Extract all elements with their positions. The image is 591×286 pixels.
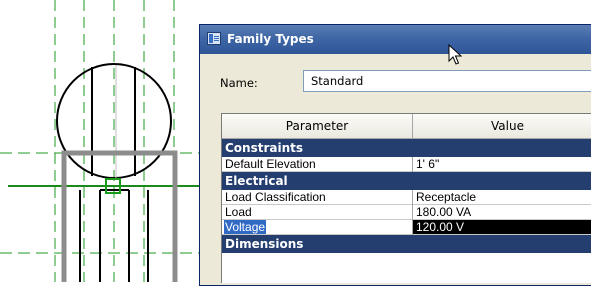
parameter-grid: Parameter Value Constraints Default Elev… bbox=[221, 113, 591, 283]
parameter-name: Voltage bbox=[224, 220, 267, 234]
group-header-dimensions[interactable]: Dimensions bbox=[222, 235, 591, 253]
family-types-icon bbox=[207, 32, 221, 45]
parameter-value[interactable]: 1' 6" bbox=[416, 157, 439, 171]
parameter-value[interactable]: 180.00 VA bbox=[416, 205, 471, 219]
reference-planes-vertical bbox=[54, 0, 175, 282]
grid-header: Parameter Value bbox=[222, 114, 591, 139]
column-header-parameter[interactable]: Parameter bbox=[222, 114, 413, 138]
parameter-value[interactable]: 120.00 V bbox=[416, 220, 464, 234]
group-header-electrical[interactable]: Electrical bbox=[222, 172, 591, 190]
column-header-value[interactable]: Value bbox=[413, 114, 591, 138]
column-divider bbox=[412, 190, 413, 205]
name-dropdown[interactable]: Standard bbox=[303, 70, 591, 92]
table-row[interactable]: Default Elevation 1' 6" bbox=[222, 157, 591, 172]
group-header-constraints[interactable]: Constraints bbox=[222, 139, 591, 157]
table-row[interactable]: Load Classification Receptacle bbox=[222, 190, 591, 205]
parameter-name: Load Classification bbox=[225, 190, 326, 204]
parameter-name: Default Elevation bbox=[225, 157, 316, 171]
table-row[interactable]: Load 180.00 VA bbox=[222, 205, 591, 220]
dialog-title: Family Types bbox=[227, 32, 314, 46]
parameter-value[interactable]: Receptacle bbox=[416, 190, 476, 204]
column-divider bbox=[412, 157, 413, 172]
dialog-titlebar[interactable]: Family Types bbox=[200, 25, 591, 54]
table-row-selected[interactable]: Voltage 120.00 V bbox=[222, 220, 591, 235]
parameter-name: Load bbox=[225, 205, 252, 219]
name-label: Name: bbox=[220, 76, 258, 90]
receptacle-symbol[interactable] bbox=[56, 63, 178, 282]
mouse-cursor-icon bbox=[448, 44, 462, 65]
column-divider bbox=[412, 205, 413, 220]
